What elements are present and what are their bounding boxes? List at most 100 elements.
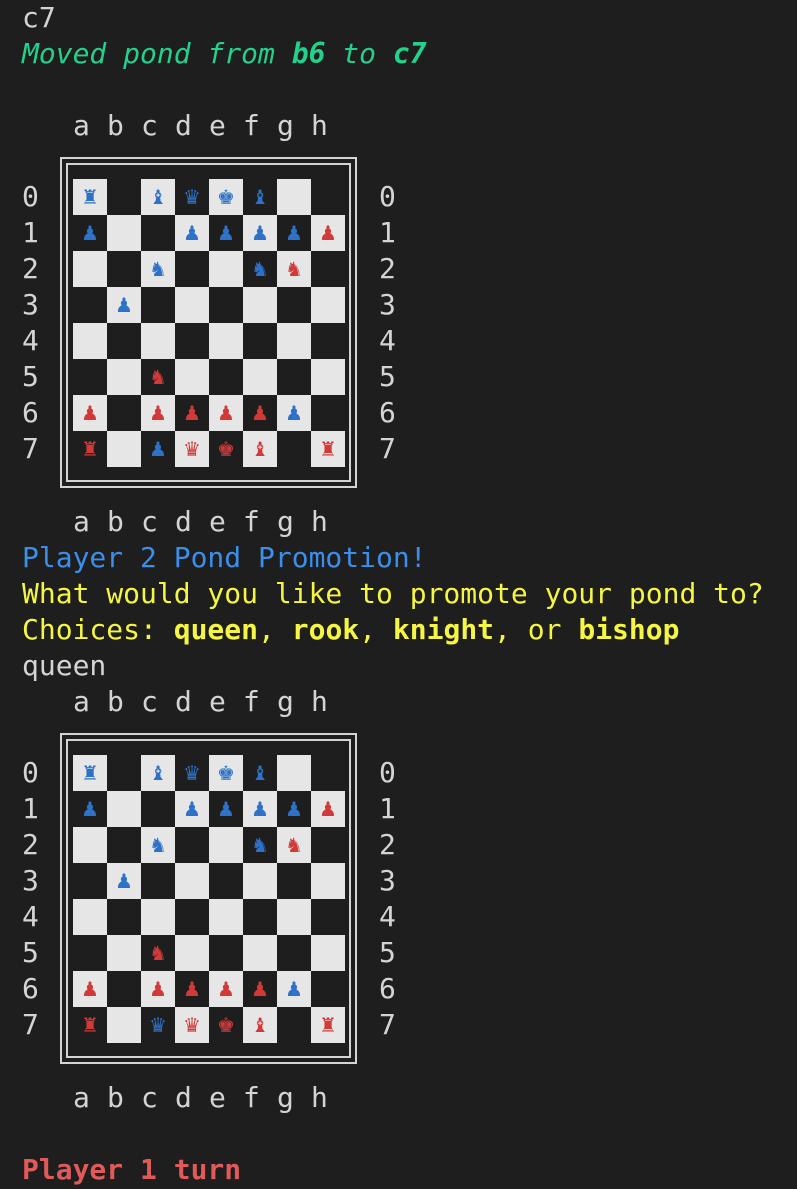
square-e6: ♟ (209, 971, 243, 1007)
rank-label: 2 (22, 828, 39, 861)
square-e2 (209, 251, 243, 287)
square-f5 (243, 935, 277, 971)
square-b7 (107, 431, 141, 467)
square-c6: ♟ (141, 971, 175, 1007)
square-b5 (107, 935, 141, 971)
file-label: g (277, 505, 294, 538)
file-label: e (209, 505, 226, 538)
square-f4 (243, 899, 277, 935)
square-f1: ♟ (243, 791, 277, 827)
board-1-ranks-left: 01234567 (22, 179, 42, 467)
red-pawn-icon: ♟ (81, 977, 99, 1001)
red-pawn-icon: ♟ (319, 797, 337, 821)
square-d1: ♟ (175, 215, 209, 251)
square-h5 (311, 935, 345, 971)
blue-pawn-icon: ♟ (251, 797, 269, 821)
rank-label: 1 (22, 792, 39, 825)
file-label: b (107, 685, 124, 718)
square-b5 (107, 359, 141, 395)
red-rook-icon: ♜ (319, 437, 337, 461)
square-f1: ♟ (243, 215, 277, 251)
square-f2: ♞ (243, 251, 277, 287)
square-c1 (141, 215, 175, 251)
file-label: c (141, 505, 158, 538)
file-label: h (311, 109, 328, 142)
red-rook-icon: ♜ (81, 1013, 99, 1037)
square-h6 (311, 395, 345, 431)
file-label: f (243, 685, 260, 718)
square-a0: ♜ (73, 179, 107, 215)
square-g2: ♞ (277, 251, 311, 287)
square-d2 (175, 827, 209, 863)
square-h7: ♜ (311, 431, 345, 467)
square-e0: ♚ (209, 755, 243, 791)
square-a1: ♟ (73, 215, 107, 251)
square-e1: ♟ (209, 215, 243, 251)
board-1-grid: ♜ ♝ ♛ ♚ ♝ ♟ ♟ ♟ ♟ ♟ ♟ ♞ ♞ ♞ ♟ ♞ ♟ ♟ ♟ ♟ ♟ ♟ ♜ ♟ ♛ ♚ ♝ ♜ (73, 179, 345, 467)
square-e0: ♚ (209, 179, 243, 215)
rank-label: 6 (22, 972, 39, 1005)
move-to: c7 (392, 37, 427, 70)
red-pawn-icon: ♟ (183, 401, 201, 425)
square-g1: ♟ (277, 791, 311, 827)
square-g6: ♟ (277, 395, 311, 431)
square-h1: ♟ (311, 215, 345, 251)
file-label: a (73, 505, 90, 538)
square-d5 (175, 359, 209, 395)
board-1-files-top: abcdefgh (73, 108, 345, 144)
square-e6: ♟ (209, 395, 243, 431)
square-d0: ♛ (175, 179, 209, 215)
square-d4 (175, 323, 209, 359)
square-d7: ♛ (175, 1007, 209, 1043)
blue-bishop-icon: ♝ (251, 761, 269, 785)
red-bishop-icon: ♝ (251, 1013, 269, 1037)
choice-bishop: bishop (578, 613, 680, 646)
square-h0 (311, 179, 345, 215)
square-f2: ♞ (243, 827, 277, 863)
square-f7: ♝ (243, 431, 277, 467)
square-d5 (175, 935, 209, 971)
square-f4 (243, 323, 277, 359)
choices-prefix: Choices: (22, 613, 174, 646)
square-e3 (209, 863, 243, 899)
blue-pawn-icon: ♟ (115, 869, 133, 893)
move-mid: to (325, 37, 393, 70)
square-a3 (73, 287, 107, 323)
file-label: e (209, 109, 226, 142)
file-label: f (243, 109, 260, 142)
square-c2: ♞ (141, 827, 175, 863)
blue-bishop-icon: ♝ (149, 761, 167, 785)
promotion-question: What would you like to promote your pond… (22, 577, 764, 610)
red-king-icon: ♚ (217, 1013, 235, 1037)
rank-label: 0 (379, 756, 396, 789)
red-rook-icon: ♜ (319, 1013, 337, 1037)
blue-knight-icon: ♞ (251, 833, 269, 857)
square-c7: ♟ (141, 431, 175, 467)
file-label: g (277, 1081, 294, 1114)
square-h4 (311, 323, 345, 359)
square-a4 (73, 899, 107, 935)
square-h3 (311, 287, 345, 323)
rank-label: 5 (22, 936, 39, 969)
square-e4 (209, 899, 243, 935)
board-1-files-bottom: abcdefgh (73, 504, 345, 540)
square-b0 (107, 179, 141, 215)
square-h3 (311, 863, 345, 899)
red-pawn-icon: ♟ (183, 977, 201, 1001)
rank-label: 5 (379, 936, 396, 969)
input-move-echo: c7 (22, 1, 56, 34)
rank-label: 3 (379, 864, 396, 897)
rank-label: 5 (22, 360, 39, 393)
square-a7: ♜ (73, 1007, 107, 1043)
red-pawn-icon: ♟ (217, 977, 235, 1001)
square-c4 (141, 323, 175, 359)
red-pawn-icon: ♟ (81, 401, 99, 425)
file-label: c (141, 685, 158, 718)
rank-label: 1 (379, 792, 396, 825)
square-g2: ♞ (277, 827, 311, 863)
board-2-ranks-right: 01234567 (379, 755, 399, 1043)
square-c5: ♞ (141, 359, 175, 395)
square-g5 (277, 935, 311, 971)
square-g7 (277, 1007, 311, 1043)
square-a7: ♜ (73, 431, 107, 467)
